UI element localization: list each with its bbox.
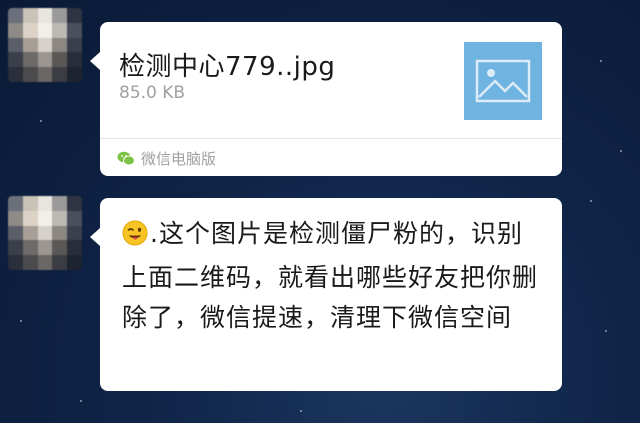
source-label: 微信电脑版 <box>141 150 217 168</box>
image-icon <box>475 59 531 103</box>
winking-tongue-face-icon <box>122 218 148 258</box>
image-thumbnail[interactable] <box>464 42 542 120</box>
file-message-bubble[interactable]: 检测中心779..jpg 85.0 KB 微信电脑版 <box>90 22 562 176</box>
message-content: .这个图片是检测僵尸粉的，识别上面二维码，就看出哪些好友把你删除了，微信提速，清… <box>122 214 544 338</box>
text-message-bubble[interactable]: .这个图片是检测僵尸粉的，识别上面二维码，就看出哪些好友把你删除了，微信提速，清… <box>90 198 562 391</box>
message-text: .这个图片是检测僵尸粉的，识别上面二维码，就看出哪些好友把你删除了，微信提速，清… <box>122 219 539 332</box>
file-name: 检测中心779..jpg <box>119 52 336 82</box>
contact-avatar[interactable] <box>8 8 82 82</box>
message-source: 微信电脑版 <box>117 148 216 169</box>
file-size: 85.0 KB <box>119 83 186 103</box>
contact-avatar[interactable] <box>8 196 82 270</box>
divider <box>100 138 562 139</box>
wechat-icon <box>117 151 135 166</box>
